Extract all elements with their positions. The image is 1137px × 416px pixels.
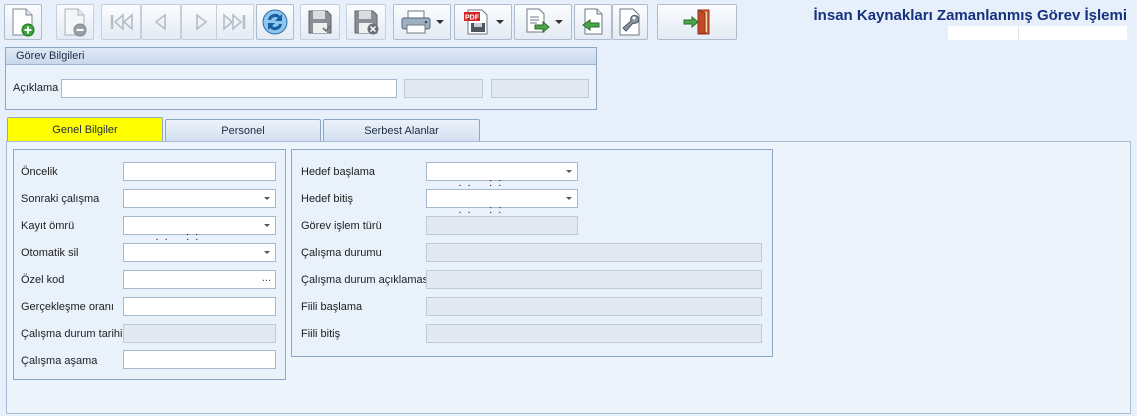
next-record-icon <box>196 13 208 31</box>
work-stage-input[interactable] <box>123 350 276 369</box>
target-end-dropdown[interactable]: . . : : <box>426 189 578 216</box>
import-document-icon <box>582 8 603 35</box>
print-button[interactable] <box>393 4 451 40</box>
next-run-label: Sonraki çalışma <box>21 193 100 205</box>
general-right-panel: Hedef başlama . . : : Hedef bitiş . . : … <box>291 149 773 357</box>
special-code-label: Özel kod <box>21 274 65 286</box>
refresh-button[interactable] <box>256 4 294 40</box>
task-process-type-field <box>426 216 578 235</box>
work-stage-label: Çalışma aşama <box>21 355 98 367</box>
refresh-icon <box>262 9 288 35</box>
chevron-down-icon <box>496 20 504 24</box>
tab-custom-fields[interactable]: Serbest Alanlar <box>323 119 480 141</box>
target-start-value: . . : : <box>455 177 502 189</box>
record-lifetime-value: . . : : <box>152 231 199 243</box>
save-button[interactable] <box>300 4 340 40</box>
chevron-down-icon[interactable] <box>264 251 270 254</box>
task-process-type-label: Görev işlem türü <box>301 220 382 232</box>
actual-end-label: Fiili bitiş <box>301 328 341 340</box>
page-title: İnsan Kaynakları Zamanlanmış Görev İşlem… <box>813 7 1127 24</box>
previous-record-button[interactable] <box>141 4 181 40</box>
cancel-save-button[interactable] <box>346 4 386 40</box>
next-run-dropdown[interactable] <box>123 189 276 208</box>
chevron-down-icon[interactable] <box>264 224 270 227</box>
tab-general-info[interactable]: Genel Bilgiler <box>7 117 163 141</box>
new-document-icon <box>12 8 35 37</box>
toolbar: PDF İnsan Kaynakları Zamanlanmış Görev İ… <box>0 0 1137 46</box>
auto-delete-label: Otomatik sil <box>21 247 79 259</box>
last-record-icon <box>223 13 246 31</box>
title-strip <box>947 26 1127 40</box>
chevron-down-icon <box>555 20 563 24</box>
delete-document-icon <box>64 8 87 37</box>
target-start-dropdown[interactable]: . . : : <box>426 162 578 189</box>
target-end-label: Hedef bitiş <box>301 193 353 205</box>
ellipsis-button[interactable]: ... <box>262 272 271 284</box>
actual-start-label: Fiili başlama <box>301 301 363 313</box>
last-record-button[interactable] <box>216 4 254 40</box>
save-icon <box>308 10 332 34</box>
pdf-export-button[interactable]: PDF <box>454 4 512 40</box>
auto-delete-dropdown[interactable] <box>123 243 276 262</box>
wrench-icon <box>619 8 640 36</box>
first-record-button[interactable] <box>101 4 141 40</box>
documents-button[interactable] <box>514 4 572 40</box>
cancel-save-icon <box>354 10 379 35</box>
extra-field-2 <box>491 79 589 98</box>
work-status-label: Çalışma durumu <box>301 247 382 259</box>
import-button[interactable] <box>574 4 612 40</box>
priority-label: Öncelik <box>21 166 58 178</box>
special-code-input[interactable]: ... <box>123 270 276 289</box>
description-input[interactable] <box>61 79 397 98</box>
new-record-button[interactable] <box>4 4 42 40</box>
description-label: Açıklama <box>13 82 59 94</box>
target-start-label: Hedef başlama <box>301 166 375 178</box>
chevron-down-icon <box>436 20 444 24</box>
chevron-down-icon[interactable] <box>566 197 572 200</box>
task-info-group-title: Görev Bilgileri <box>6 48 596 65</box>
extra-field-1 <box>404 79 483 98</box>
previous-record-icon <box>154 13 166 31</box>
priority-input[interactable] <box>123 162 276 181</box>
printer-icon <box>401 10 431 34</box>
chevron-down-icon[interactable] <box>566 170 572 173</box>
target-end-value: . . : : <box>455 204 502 216</box>
delete-record-button[interactable] <box>56 4 94 40</box>
exit-button[interactable] <box>657 4 737 40</box>
tools-button[interactable] <box>612 4 648 40</box>
work-status-description-field <box>426 270 762 289</box>
task-info-group: Görev Bilgileri Açıklama <box>5 47 597 110</box>
pdf-label: PDF <box>465 15 480 22</box>
work-status-date-field <box>123 324 276 343</box>
completion-rate-label: Gerçekleşme oranı <box>21 301 114 313</box>
work-status-description-label: Çalışma durum açıklaması <box>301 274 432 286</box>
document-list-icon <box>526 8 550 34</box>
pdf-icon: PDF <box>464 9 488 35</box>
completion-rate-input[interactable] <box>123 297 276 316</box>
tab-content: Öncelik Sonraki çalışma Kayıt ömrü . . :… <box>6 141 1131 414</box>
work-status-date-label: Çalışma durum tarihi <box>21 328 123 340</box>
exit-door-icon <box>683 9 710 35</box>
work-status-field <box>426 243 762 262</box>
next-record-button[interactable] <box>181 4 221 40</box>
actual-end-field <box>426 324 762 343</box>
record-lifetime-dropdown[interactable]: . . : : <box>123 216 276 243</box>
general-left-panel: Öncelik Sonraki çalışma Kayıt ömrü . . :… <box>13 149 286 380</box>
app-window: PDF İnsan Kaynakları Zamanlanmış Görev İ… <box>0 0 1137 416</box>
tab-personnel[interactable]: Personel <box>165 119 321 141</box>
record-lifetime-label: Kayıt ömrü <box>21 220 75 232</box>
actual-start-field <box>426 297 762 316</box>
first-record-icon <box>110 13 133 31</box>
chevron-down-icon[interactable] <box>264 197 270 200</box>
